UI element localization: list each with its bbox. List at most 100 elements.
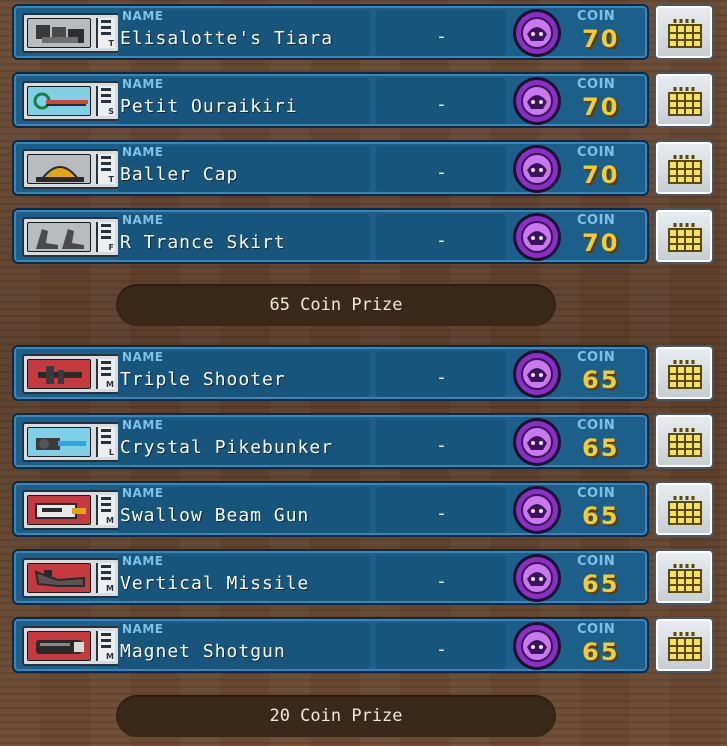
coin-icon [513,486,561,534]
buy-button[interactable] [654,481,714,537]
slot-tag: T [96,154,115,184]
name-label: NAME [122,77,164,91]
item-name: Vertical Missile [120,573,310,594]
detail-value: - [436,639,447,660]
detail-field: - [376,419,506,465]
gun-icon [27,359,91,389]
prize-item-row[interactable]: M NAME Magnet Shotgun - COIN 65 [12,617,649,673]
prize-item-row[interactable]: M NAME Triple Shooter - COIN 65 [12,345,649,401]
coin-value: 70 [582,93,620,121]
detail-field: - [376,10,506,56]
basket-icon [668,223,702,252]
name-field: NAME Petit Ouraikiri [118,77,370,124]
item-thumbnail: M [22,558,120,598]
coin-label: COIN [577,77,616,92]
pikebunker-icon [27,427,91,457]
buy-button[interactable] [654,4,714,60]
slot-letter: S [108,107,114,116]
item-name: Petit Ouraikiri [120,96,298,117]
coin-value: 70 [582,25,620,53]
slot-tag: L [96,427,115,457]
name-label: NAME [122,350,164,364]
item-name: R Trance Skirt [120,232,286,253]
slot-tag: M [96,631,115,661]
coin-icon [513,622,561,670]
name-label: NAME [122,486,164,500]
coin-label: COIN [577,145,616,160]
name-field: NAME Crystal Pikebunker [118,418,370,465]
basket-icon [668,632,702,661]
prize-item-row[interactable]: M NAME Swallow Beam Gun - COIN 65 [12,481,649,537]
detail-value: - [436,230,447,251]
detail-value: - [436,94,447,115]
prize-item-row[interactable]: F NAME R Trance Skirt - COIN 70 [12,208,649,264]
slot-letter: M [106,652,114,661]
coin-icon [513,213,561,261]
basket-icon [668,155,702,184]
buy-button[interactable] [654,208,714,264]
coin-value: 70 [582,229,620,257]
buy-button[interactable] [654,72,714,128]
coin-icon [513,145,561,193]
basket-icon [668,496,702,525]
item-thumbnail: T [22,149,120,189]
detail-field: - [376,487,506,533]
item-name: Baller Cap [120,164,239,185]
name-label: NAME [122,554,164,568]
name-field: NAME Elisalotte's Tiara [118,9,370,56]
prize-item-row[interactable]: M NAME Vertical Missile - COIN 65 [12,549,649,605]
coin-value: 65 [582,638,620,666]
prize-item-row[interactable]: T NAME Baller Cap - COIN 70 [12,140,649,196]
slot-letter: T [108,175,114,184]
slot-tag: S [96,86,115,116]
buy-button[interactable] [654,549,714,605]
name-label: NAME [122,145,164,159]
buy-button[interactable] [654,617,714,673]
detail-field: - [376,351,506,397]
slot-tag: M [96,563,115,593]
prize-tier-label: 20 Coin Prize [269,706,403,726]
basket-icon [668,564,702,593]
name-label: NAME [122,418,164,432]
detail-value: - [436,435,447,456]
buy-button[interactable] [654,345,714,401]
detail-field: - [376,555,506,601]
coin-label: COIN [577,622,616,637]
prize-item-row[interactable]: T NAME Elisalotte's Tiara - COIN 70 [12,4,649,60]
item-thumbnail: F [22,217,120,257]
coin-label: COIN [577,213,616,228]
missile-icon [27,563,91,593]
coin-icon [513,77,561,125]
item-name: Crystal Pikebunker [120,437,334,458]
detail-value: - [436,162,447,183]
tiara-icon [27,18,91,48]
item-thumbnail: M [22,490,120,530]
name-field: NAME Baller Cap [118,145,370,192]
item-name: Magnet Shotgun [120,641,286,662]
basket-icon [668,428,702,457]
buy-button[interactable] [654,413,714,469]
coin-value: 65 [582,434,620,462]
coin-value: 65 [582,502,620,530]
name-label: NAME [122,9,164,23]
item-name: Elisalotte's Tiara [120,28,334,49]
slot-letter: F [108,243,114,252]
item-thumbnail: T [22,13,120,53]
detail-value: - [436,367,447,388]
basket-icon [668,360,702,389]
coin-label: COIN [577,554,616,569]
prize-tier-banner: 65 Coin Prize [116,284,556,326]
detail-field: - [376,214,506,260]
prize-tier-label: 65 Coin Prize [269,295,403,315]
coin-value: 70 [582,161,620,189]
beam-gun-icon [27,495,91,525]
coin-label: COIN [577,418,616,433]
detail-value: - [436,503,447,524]
buy-button[interactable] [654,140,714,196]
prize-item-row[interactable]: S NAME Petit Ouraikiri - COIN 70 [12,72,649,128]
name-field: NAME Triple Shooter [118,350,370,397]
coin-icon [513,554,561,602]
name-field: NAME R Trance Skirt [118,213,370,260]
coin-icon [513,350,561,398]
prize-item-row[interactable]: L NAME Crystal Pikebunker - COIN 65 [12,413,649,469]
